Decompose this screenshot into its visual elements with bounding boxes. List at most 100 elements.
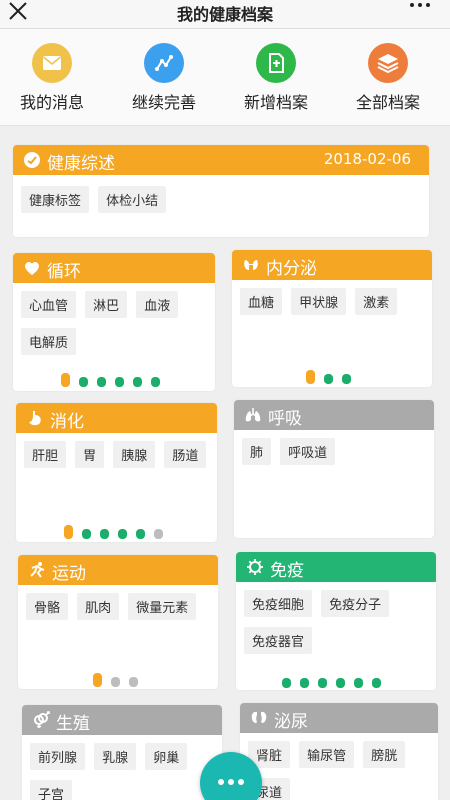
tag-immune-organs[interactable]: 免疫器官 [244,627,313,654]
tag-pancreas[interactable]: 胰腺 [113,441,156,468]
level-bar [93,673,102,687]
level-bar [111,677,120,687]
level-bar [324,374,333,384]
reproduction-tags: 前列腺 乳腺 卵巢 子宫 [30,743,216,800]
thyroid-icon [244,260,258,270]
tag-cardiovascular[interactable]: 心血管 [21,291,77,318]
tag-respiratory-tract[interactable]: 呼吸道 [280,438,336,465]
reproduction-header: 生殖 [22,705,222,735]
endocrine-card[interactable]: 内分泌 血糖 甲状腺 激素 [232,250,432,387]
tag-bones[interactable]: 骨骼 [26,593,69,620]
tag-ovary[interactable]: 卵巢 [145,743,188,770]
motion-card[interactable]: 运动 骨骼 肌肉 微量元素 [18,555,218,689]
digestion-level-bars [64,523,174,539]
layers-icon [368,43,408,83]
level-bar [64,525,73,539]
tag-lymph[interactable]: 淋巴 [85,291,128,318]
circulation-card[interactable]: 循环 心血管 淋巴 血液 电解质 [13,253,215,391]
level-bar [151,377,160,387]
level-bar [129,677,138,687]
endocrine-header: 内分泌 [232,250,432,280]
chat-icon-dot [228,779,234,785]
digestion-header: 消化 [16,403,217,433]
virus-icon [247,559,263,575]
urinary-tags: 肾脏 输尿管 膀胱 尿道 [248,741,432,800]
page-title: 我的健康档案 [176,5,273,24]
kidney-icon [251,711,267,723]
health-summary-card[interactable]: 健康综述 2018-02-06 健康标签 体检小结 [13,145,429,237]
tag-blood-sugar[interactable]: 血糖 [240,288,283,315]
reproduction-title: 生殖 [56,714,90,734]
tag-checkup-summary[interactable]: 体检小结 [98,186,167,213]
level-bar [82,529,91,539]
tag-immune-cells[interactable]: 免疫细胞 [244,590,313,617]
level-bar [79,377,88,387]
tag-prostate[interactable]: 前列腺 [30,743,86,770]
tag-muscle[interactable]: 肌肉 [77,593,120,620]
motion-tags: 骨骼 肌肉 微量元素 [26,593,212,630]
level-bar [154,529,163,539]
stomach-icon [29,411,41,426]
add-record-label: 新增档案 [243,93,308,112]
digestion-card[interactable]: 消化 肝胆 胃 胰腺 肠道 [16,403,217,542]
motion-level-bars [93,671,153,687]
my-messages-button[interactable]: 我的消息 [2,43,102,113]
level-bar [282,678,291,688]
add-record-button[interactable]: 新增档案 [226,43,326,113]
more-icon[interactable] [408,0,432,24]
summary-tags: 健康标签 体检小结 [21,186,423,223]
summary-date: 2018-02-06 [323,150,411,168]
continue-complete-button[interactable]: 继续完善 [114,43,214,113]
tag-electrolytes[interactable]: 电解质 [21,328,77,355]
circulation-level-bars [61,371,171,387]
chat-icon-dot [238,779,244,785]
level-bar [97,377,106,387]
chart-line-icon [144,43,184,83]
tag-health-labels[interactable]: 健康标签 [21,186,90,213]
tag-intestine[interactable]: 肠道 [164,441,207,468]
continue-complete-label: 继续完善 [131,93,196,112]
motion-title: 运动 [52,564,86,584]
immunity-card[interactable]: 免疫 免疫细胞 免疫分子 免疫器官 [236,552,436,690]
immunity-tags: 免疫细胞 免疫分子 免疫器官 [244,590,430,664]
digestion-tags: 肝胆 胃 胰腺 肠道 [24,441,211,478]
endocrine-title: 内分泌 [266,259,317,279]
immunity-header: 免疫 [236,552,436,582]
tag-liver-gallbladder[interactable]: 肝胆 [24,441,67,468]
all-records-button[interactable]: 全部档案 [338,43,438,113]
tag-breast[interactable]: 乳腺 [94,743,137,770]
level-bar [100,529,109,539]
tag-hormones[interactable]: 激素 [355,288,398,315]
chat-icon [218,779,224,785]
urinary-card[interactable]: 泌尿 肾脏 输尿管 膀胱 尿道 [240,703,438,800]
my-messages-label: 我的消息 [19,93,84,112]
level-bar [318,678,327,688]
level-bar [133,377,142,387]
level-bar [300,678,309,688]
tag-trace-elements[interactable]: 微量元素 [128,593,197,620]
lungs-icon [245,408,261,422]
respiration-card[interactable]: 呼吸 肺 呼吸道 [234,400,434,538]
digestion-title: 消化 [50,412,84,432]
all-records-label: 全部档案 [355,93,420,112]
endocrine-level-bars [306,368,366,384]
health-record-page: 我的健康档案 我的消息 继续完善 新增档案 全部档案 健康综述 2018-02-… [0,0,450,800]
tag-bladder[interactable]: 膀胱 [363,741,406,768]
immunity-title: 免疫 [270,561,304,581]
tag-uterus[interactable]: 子宫 [30,780,73,800]
title-bar: 我的健康档案 [0,0,450,29]
circulation-title: 循环 [47,262,81,282]
tag-thyroid[interactable]: 甲状腺 [291,288,347,315]
tag-blood[interactable]: 血液 [136,291,179,318]
level-bar [118,529,127,539]
level-bar [354,678,363,688]
tag-immune-molecules[interactable]: 免疫分子 [321,590,390,617]
health-icon [24,152,40,168]
tag-stomach[interactable]: 胃 [75,441,105,468]
reproduction-card[interactable]: 生殖 前列腺 乳腺 卵巢 子宫 [22,705,222,800]
quick-actions-bar: 我的消息 继续完善 新增档案 全部档案 [0,29,450,126]
level-bar [342,374,351,384]
tag-lung[interactable]: 肺 [242,438,272,465]
tag-ureter[interactable]: 输尿管 [299,741,355,768]
health-summary-header: 健康综述 2018-02-06 [13,145,429,175]
